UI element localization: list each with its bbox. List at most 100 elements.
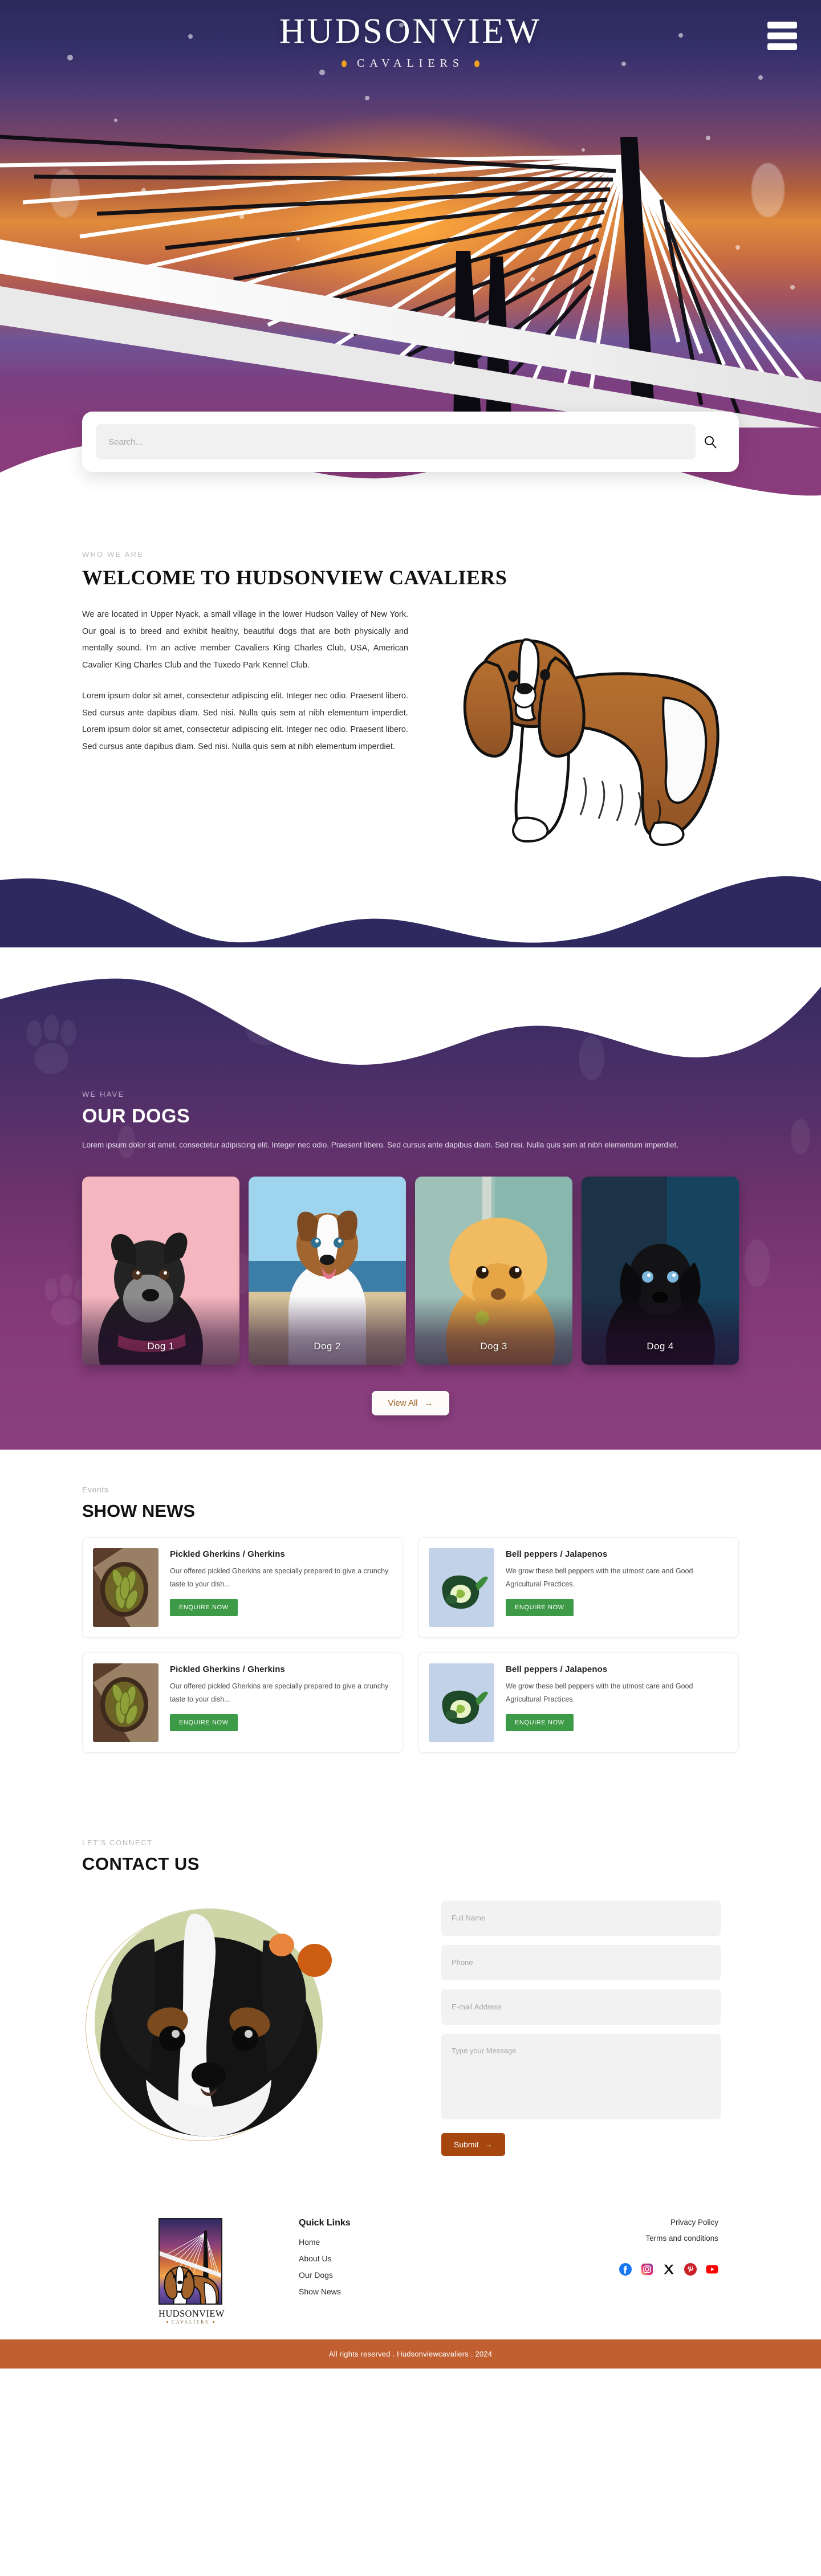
news-card-text: We grow these bell peppers with the utmo…	[506, 1682, 693, 1703]
footer-logo-tagline: CAVALIERS	[171, 2319, 210, 2325]
search-input[interactable]	[108, 437, 683, 447]
hero-section: HUDSONVIEW CAVALIERS	[0, 0, 821, 516]
news-card-text: Our offered pickled Gherkins are special…	[170, 1682, 389, 1703]
news-card: Pickled Gherkins / Gherkins Our offered …	[82, 1652, 403, 1753]
dog-card[interactable]: Dog 2	[249, 1176, 406, 1365]
quick-link-our-dogs[interactable]: Our Dogs	[299, 2270, 493, 2280]
quick-link-about-us[interactable]: About Us	[299, 2254, 493, 2263]
search-panel	[82, 412, 739, 472]
news-thumb-peppers	[429, 1663, 494, 1742]
youtube-icon[interactable]	[706, 2263, 718, 2276]
phone-input[interactable]	[441, 1944, 721, 1980]
star-dot	[188, 34, 193, 39]
news-card-body: Pickled Gherkins / Gherkins Our offered …	[170, 1663, 392, 1742]
welcome-section: WHO WE ARE WELCOME TO HUDSONVIEW CAVALIE…	[0, 516, 821, 949]
dogs-content: WE HAVE OUR DOGS Lorem ipsum dolor sit a…	[82, 947, 739, 1415]
submit-button[interactable]: Submit →	[441, 2133, 505, 2156]
news-card: Bell peppers / Jalapenos We grow these b…	[418, 1652, 739, 1753]
news-card: Pickled Gherkins / Gherkins Our offered …	[82, 1537, 403, 1638]
view-all-row: View All →	[82, 1390, 739, 1415]
quick-links-column: Quick Links Home About Us Our Dogs Show …	[299, 2218, 493, 2304]
footer-logo-name: HUDSONVIEW	[158, 2308, 225, 2319]
news-thumb-peppers	[429, 1548, 494, 1627]
enquire-now-button[interactable]: ENQUIRE NOW	[506, 1714, 574, 1731]
dog-card[interactable]: Dog 1	[82, 1176, 239, 1365]
news-card-body: Bell peppers / Jalapenos We grow these b…	[506, 1548, 728, 1627]
our-dogs-section: WE HAVE OUR DOGS Lorem ipsum dolor sit a…	[0, 947, 821, 1450]
star-dot	[399, 23, 404, 27]
contact-section: LET'S CONNECT CONTACT US Full Name Phone…	[0, 1775, 821, 2196]
facebook-icon[interactable]	[619, 2262, 632, 2276]
enquire-now-button[interactable]: ENQUIRE NOW	[170, 1598, 238, 1616]
search-field-wrapper[interactable]	[96, 424, 696, 459]
view-all-label: View All	[388, 1398, 418, 1408]
privacy-policy-link[interactable]: Privacy Policy	[493, 2218, 718, 2227]
social-links	[493, 2262, 718, 2276]
news-title: SHOW NEWS	[82, 1500, 196, 1521]
news-card-body: Bell peppers / Jalapenos We grow these b…	[506, 1663, 728, 1742]
star-dot	[758, 75, 763, 80]
news-cards-grid: Pickled Gherkins / Gherkins Our offered …	[82, 1537, 739, 1753]
footer-logo-dot-right-icon	[213, 2321, 215, 2323]
dog-card-overlay	[249, 1296, 406, 1365]
pinterest-icon[interactable]	[684, 2262, 697, 2276]
contact-title: CONTACT US	[82, 1853, 200, 1874]
news-card-title: Bell peppers / Jalapenos	[506, 1549, 608, 1559]
footer-logo-column: HUDSONVIEW CAVALIERS	[82, 2217, 299, 2325]
hamburger-bar-3	[767, 43, 797, 50]
news-eyebrow: Events	[82, 1484, 109, 1494]
news-card: Bell peppers / Jalapenos We grow these b…	[418, 1537, 739, 1638]
quick-link-show-news[interactable]: Show News	[299, 2287, 493, 2296]
footer-logo-tagline-row: CAVALIERS	[158, 2319, 222, 2325]
x-twitter-icon[interactable]	[663, 2263, 675, 2276]
instagram-icon[interactable]	[641, 2263, 653, 2276]
arrow-right-icon: →	[424, 1398, 433, 1408]
email-input[interactable]	[441, 1989, 721, 2025]
dogs-title: OUR DOGS	[82, 1105, 190, 1127]
news-card-title: Bell peppers / Jalapenos	[506, 1664, 608, 1674]
hamburger-bar-1	[767, 22, 797, 29]
hamburger-bar-2	[767, 32, 797, 39]
welcome-eyebrow: WHO WE ARE	[82, 550, 144, 559]
quick-link-home[interactable]: Home	[299, 2237, 493, 2247]
legal-column: Privacy Policy Terms and conditions	[493, 2218, 739, 2276]
bridge-illustration	[0, 135, 821, 428]
footer-logo[interactable]: HUDSONVIEW CAVALIERS	[158, 2217, 225, 2325]
copyright-bar: All rights reserved . Hudsonviewcavalier…	[0, 2339, 821, 2369]
hamburger-menu-icon[interactable]	[767, 22, 797, 50]
dog-card-label: Dog 3	[480, 1340, 507, 1352]
news-card-text: We grow these bell peppers with the utmo…	[506, 1566, 693, 1588]
contact-form: Submit →	[441, 1900, 721, 2156]
enquire-now-button[interactable]: ENQUIRE NOW	[170, 1714, 238, 1731]
welcome-paragraph-1: We are located in Upper Nyack, a small v…	[82, 610, 408, 670]
message-textarea[interactable]	[441, 2033, 721, 2119]
news-thumb-gherkins	[93, 1663, 158, 1742]
dog-card[interactable]: Dog 4	[582, 1176, 739, 1365]
footer-logo-dot-left-icon	[166, 2321, 168, 2323]
star-dot	[678, 33, 683, 38]
welcome-title: WELCOME TO HUDSONVIEW CAVALIERS	[82, 566, 507, 589]
enquire-now-button[interactable]: ENQUIRE NOW	[506, 1598, 574, 1616]
decorative-dot-small	[269, 1933, 294, 1956]
dog-card[interactable]: Dog 3	[415, 1176, 572, 1365]
full-name-input[interactable]	[441, 1900, 721, 1936]
news-card-body: Pickled Gherkins / Gherkins Our offered …	[170, 1548, 392, 1627]
site-footer: HUDSONVIEW CAVALIERS Quick Links Home Ab…	[0, 2195, 821, 2339]
news-card-title: Pickled Gherkins / Gherkins	[170, 1549, 285, 1559]
terms-and-conditions-link[interactable]: Terms and conditions	[493, 2234, 718, 2243]
decorative-dot-large	[298, 1943, 332, 1977]
star-dot	[490, 29, 494, 32]
dog-card-overlay	[415, 1296, 572, 1365]
dog-card-overlay	[82, 1296, 239, 1365]
contact-photo-group	[82, 1901, 401, 2151]
cavalier-illustration	[431, 607, 739, 874]
dog-card-label: Dog 2	[314, 1340, 341, 1352]
contact-eyebrow: LET'S CONNECT	[82, 1838, 153, 1847]
arrow-right-icon: →	[484, 2139, 493, 2149]
search-icon[interactable]	[696, 434, 725, 449]
submit-label: Submit	[454, 2139, 479, 2149]
view-all-button[interactable]: View All →	[372, 1390, 449, 1415]
dog-card-label: Dog 1	[147, 1340, 174, 1352]
show-news-section: Events SHOW NEWS Pickled Gherkins / Gher…	[0, 1449, 821, 1776]
dog-card-label: Dog 4	[647, 1340, 674, 1352]
